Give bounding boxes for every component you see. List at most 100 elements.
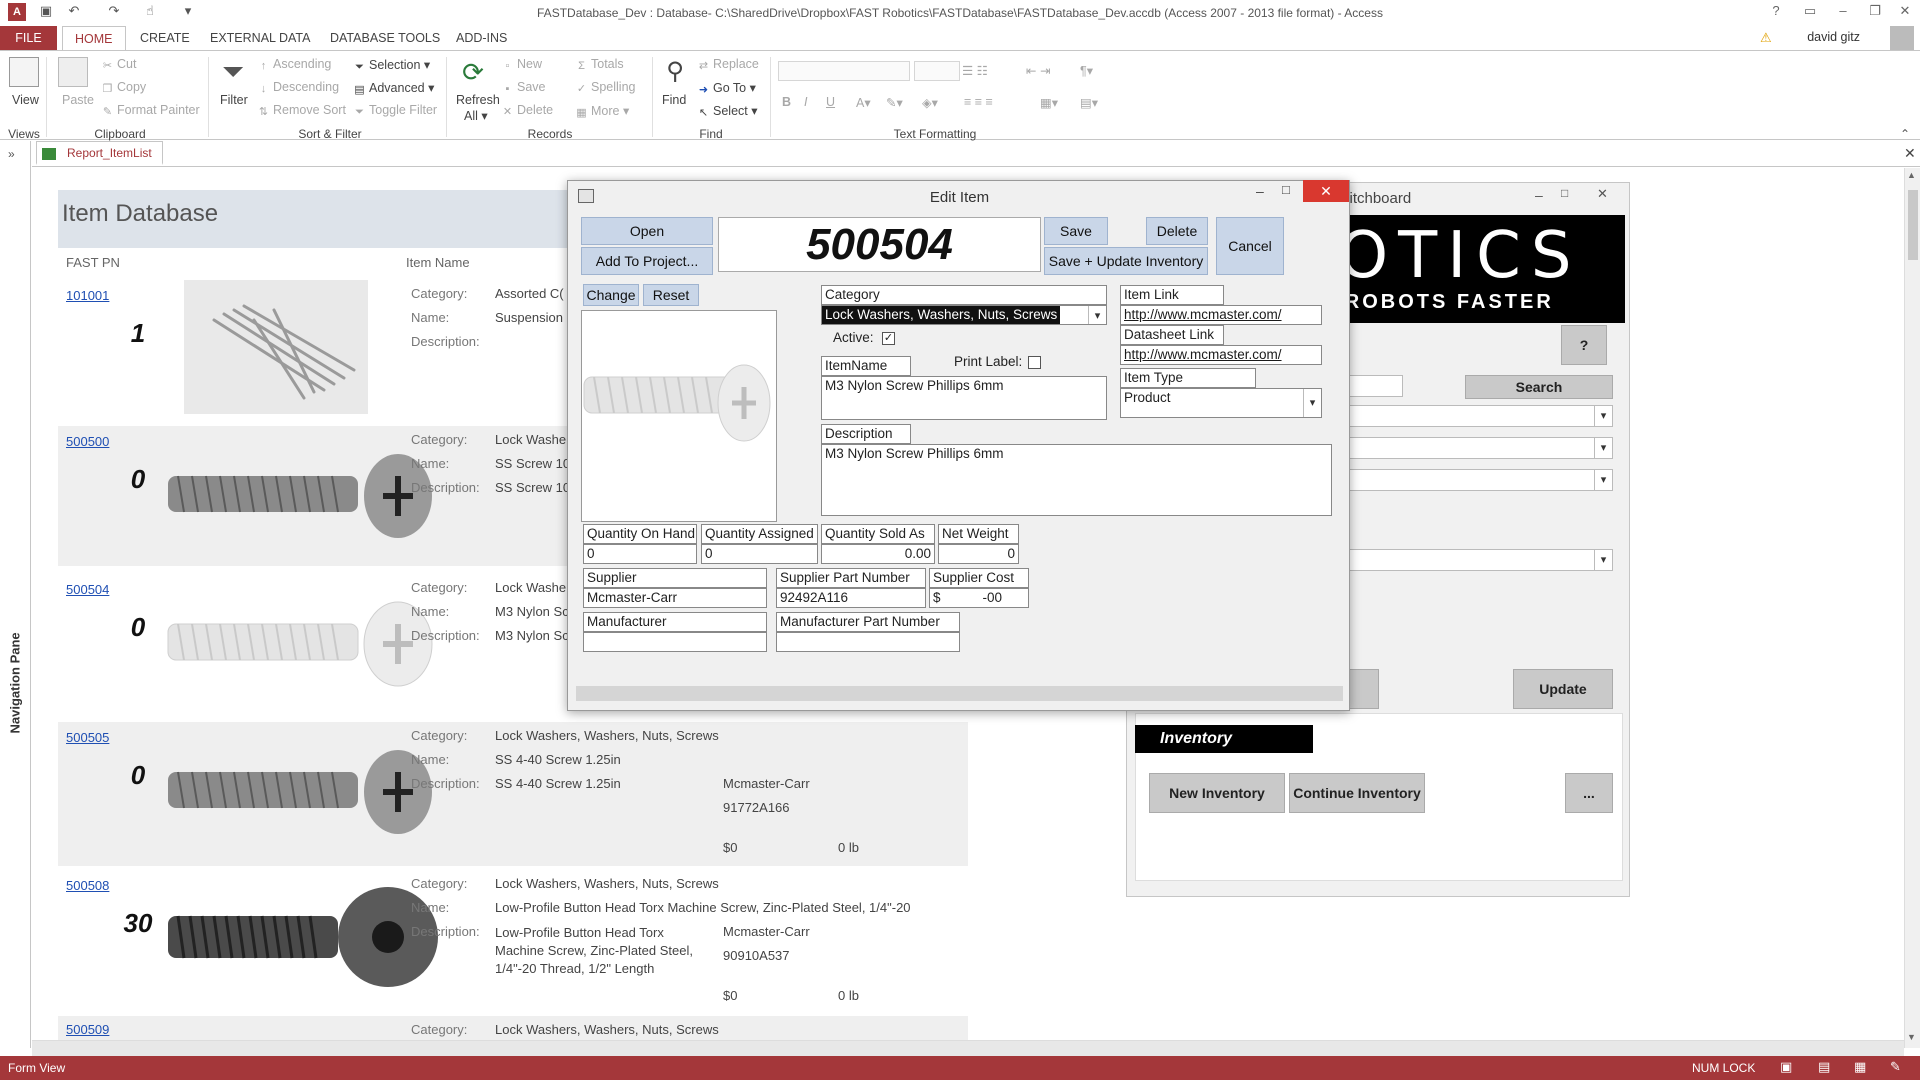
more-button[interactable]: ▦ More ▾ (576, 103, 629, 119)
minimize-icon[interactable]: – (1830, 3, 1856, 21)
form-view-icon[interactable]: ▣ (1780, 1059, 1792, 1075)
edit-item-dialog[interactable]: Edit Item – □ ✕ Open Add To Project... 5… (567, 180, 1350, 711)
help-icon[interactable]: ? (1763, 3, 1789, 21)
record-pn-link[interactable]: 500500 (66, 434, 109, 449)
scroll-up-icon[interactable]: ▲ (1907, 170, 1916, 180)
open-button[interactable]: Open (581, 217, 713, 245)
qty-assigned-input[interactable]: 0 (701, 544, 818, 564)
qty-sold-as-input[interactable]: 0.00 (821, 544, 935, 564)
font-color-icon[interactable]: A▾ (856, 95, 871, 110)
reset-image-button[interactable]: Reset (643, 284, 699, 306)
view-icon[interactable] (9, 57, 39, 87)
refresh-all-label[interactable]: All ▾ (464, 108, 488, 123)
tab-add-ins[interactable]: ADD-INS (444, 26, 519, 50)
more-options-button[interactable]: ... (1565, 773, 1613, 813)
refresh-button[interactable]: Refresh (456, 93, 500, 107)
chevron-down-icon[interactable]: ▾ (1594, 438, 1612, 458)
indent-icon[interactable]: ⇤ ⇥ (1026, 63, 1050, 78)
paste-icon[interactable] (58, 57, 88, 87)
remove-sort-button[interactable]: ⇅ Remove Sort (258, 103, 346, 118)
chevron-down-icon[interactable]: ▾ (1594, 550, 1612, 570)
alternate-row-color-icon[interactable]: ▦▾ (1040, 95, 1058, 110)
scroll-down-icon[interactable]: ▼ (1907, 1032, 1916, 1042)
tab-home[interactable]: HOME (62, 26, 126, 51)
replace-button[interactable]: ⇄ Replace (698, 57, 759, 72)
scrollbar-thumb[interactable] (1908, 190, 1918, 260)
new-record-button[interactable]: ▫ New (502, 57, 542, 72)
minimize-icon[interactable]: – (1535, 187, 1543, 203)
font-size-combo[interactable] (914, 61, 960, 81)
delete-record-button[interactable]: ✕ Delete (502, 103, 553, 118)
restore-icon[interactable]: ❐ (1862, 3, 1888, 21)
manufacturer-pn-input[interactable] (776, 632, 960, 652)
tab-file[interactable]: FILE (0, 26, 57, 50)
select-button[interactable]: ↖ Select ▾ (698, 103, 758, 119)
chevron-down-icon[interactable]: ▾ (1088, 306, 1106, 324)
toggle-filter-button[interactable]: ⏷ Toggle Filter (354, 103, 437, 118)
layout-view-icon[interactable]: ▤ (1818, 1059, 1830, 1075)
item-name-input[interactable]: M3 Nylon Screw Phillips 6mm (821, 376, 1107, 420)
continue-inventory-button[interactable]: Continue Inventory (1289, 773, 1425, 813)
save-button[interactable]: Save (1044, 217, 1108, 245)
bold-button[interactable]: B (782, 95, 791, 109)
binoculars-icon[interactable]: ⚲ (660, 57, 690, 87)
fill-color-icon[interactable]: ◈▾ (922, 95, 938, 110)
change-image-button[interactable]: Change (583, 284, 639, 306)
active-checkbox[interactable]: ✓ (882, 332, 895, 345)
format-painter-button[interactable]: ✎ Format Painter (102, 103, 200, 118)
qty-on-hand-input[interactable]: 0 (583, 544, 697, 564)
delete-button[interactable]: Delete (1146, 217, 1208, 245)
underline-button[interactable]: U (826, 95, 835, 109)
record-pn-link[interactable]: 500509 (66, 1022, 109, 1037)
descending-button[interactable]: ↓ Descending (258, 80, 339, 95)
copy-button[interactable]: ❐ Copy (102, 80, 147, 95)
maximize-icon[interactable]: □ (1282, 182, 1290, 197)
filter-button[interactable]: Filter (220, 93, 248, 107)
font-name-combo[interactable] (778, 61, 910, 81)
vertical-scrollbar[interactable]: ▲ ▼ (1904, 168, 1920, 1048)
align-icons[interactable]: ≡ ≡ ≡ (964, 95, 993, 109)
paste-button[interactable]: Paste (62, 93, 94, 107)
chevron-down-icon[interactable]: ▾ (1303, 389, 1321, 417)
net-weight-input[interactable]: 0 (938, 544, 1019, 564)
record-pn-link[interactable]: 500508 (66, 878, 109, 893)
horizontal-scrollbar[interactable] (32, 1040, 1904, 1056)
item-link-input[interactable]: http://www.mcmaster.com/ (1120, 305, 1322, 325)
user-name[interactable]: david gitz (1807, 30, 1860, 44)
cancel-button[interactable]: Cancel (1216, 217, 1284, 275)
new-inventory-button[interactable]: New Inventory (1149, 773, 1285, 813)
totals-button[interactable]: Σ Totals (576, 57, 624, 72)
record-pn-link[interactable]: 500504 (66, 582, 109, 597)
navigation-pane-label[interactable]: Navigation Pane (8, 624, 23, 733)
tab-create[interactable]: CREATE (128, 26, 202, 50)
record-pn-link[interactable]: 101001 (66, 288, 109, 303)
minimize-icon[interactable]: – (1256, 183, 1264, 199)
avatar[interactable] (1890, 26, 1914, 50)
tab-database-tools[interactable]: DATABASE TOOLS (318, 26, 452, 50)
chevron-down-icon[interactable]: ▾ (1594, 470, 1612, 490)
maximize-icon[interactable]: □ (1561, 186, 1568, 200)
chevron-down-icon[interactable]: ▾ (1594, 406, 1612, 426)
highlight-icon[interactable]: ✎▾ (886, 95, 903, 110)
filter-icon[interactable]: ⏷ (218, 57, 248, 87)
print-label-checkbox[interactable] (1028, 356, 1041, 369)
view-button[interactable]: View (12, 93, 39, 107)
expand-nav-icon[interactable]: » (8, 147, 15, 161)
tab-external-data[interactable]: EXTERNAL DATA (198, 26, 322, 50)
ascending-button[interactable]: ↑ Ascending (258, 57, 332, 72)
italic-button[interactable]: I (804, 95, 807, 109)
update-button[interactable]: Update (1513, 669, 1613, 709)
close-icon[interactable]: ✕ (1892, 3, 1918, 21)
record-pn-link[interactable]: 500505 (66, 730, 109, 745)
supplier-input[interactable]: Mcmaster-Carr (583, 588, 767, 608)
collapse-ribbon-icon[interactable]: ⌃ (1900, 127, 1910, 141)
navigation-pane[interactable]: » Navigation Pane (0, 141, 31, 1048)
cut-button[interactable]: ✂ Cut (102, 57, 137, 72)
close-object-icon[interactable]: ✕ (1904, 145, 1916, 162)
help-button[interactable]: ? (1561, 325, 1607, 365)
description-input[interactable]: M3 Nylon Screw Phillips 6mm (821, 444, 1332, 516)
save-record-button[interactable]: ▪ Save (502, 80, 546, 95)
supplier-cost-input[interactable]: $ -00 (929, 588, 1029, 608)
search-button[interactable]: Search (1465, 375, 1613, 399)
gridlines-icon[interactable]: ▤▾ (1080, 95, 1098, 110)
